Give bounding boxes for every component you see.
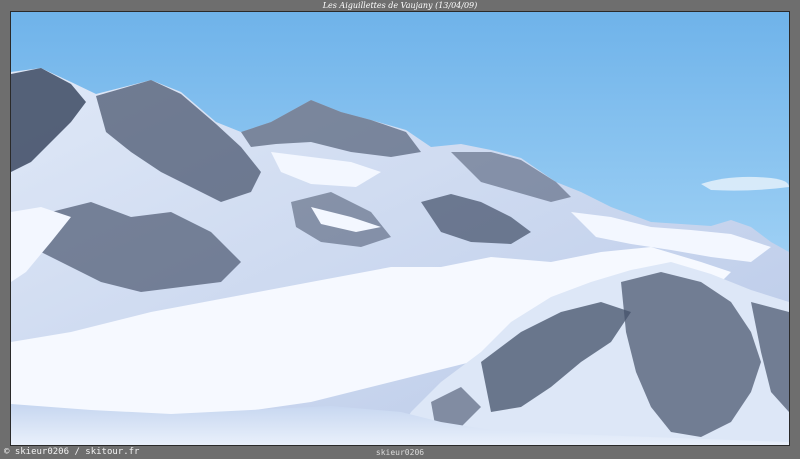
photo-watermark: skieur0206 bbox=[375, 448, 425, 457]
photo-caption: Les Aiguillettes de Vaujany (13/04/09) bbox=[322, 1, 478, 10]
photo-frame: Les Aiguillettes de Vaujany (13/04/09) ©… bbox=[0, 0, 800, 459]
mountain-photo bbox=[10, 11, 790, 446]
mountain-landscape-image bbox=[11, 12, 789, 445]
